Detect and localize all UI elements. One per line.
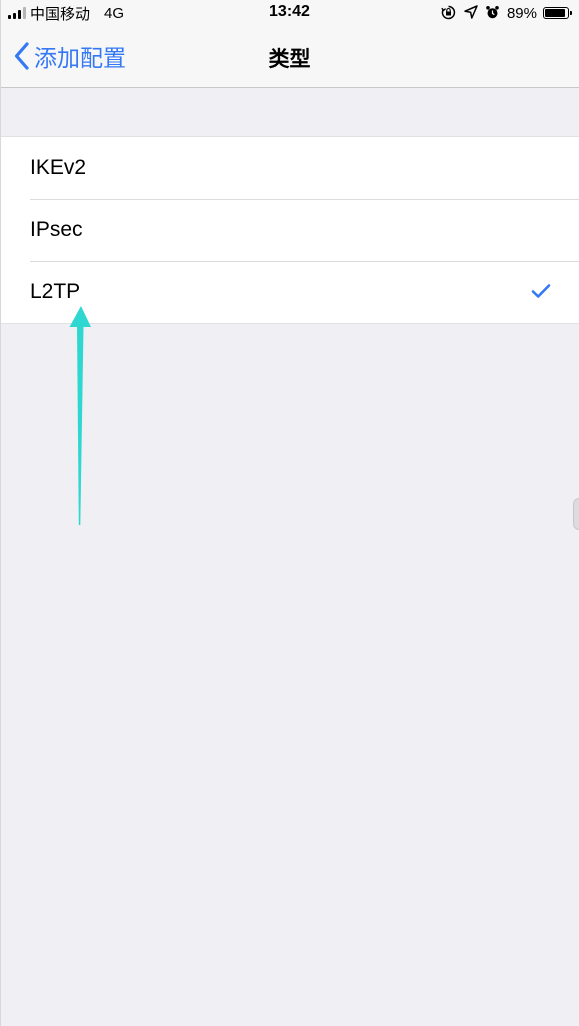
- battery-fill: [545, 9, 565, 17]
- annotation-arrow: [69, 306, 91, 525]
- checkmark-icon: [531, 284, 551, 298]
- location-icon: [463, 5, 479, 21]
- navigation-bar: 添加配置 类型: [0, 26, 579, 88]
- vpn-type-label: IKEv2: [30, 156, 87, 179]
- alarm-icon: [485, 5, 501, 21]
- status-bar: 中国移动 4G 13:42 89%: [0, 0, 579, 26]
- vpn-type-option-ipsec[interactable]: IPsec: [0, 199, 579, 261]
- vpn-type-list: IKEv2 IPsec L2TP: [0, 136, 579, 324]
- vpn-type-label: L2TP: [30, 280, 81, 303]
- orientation-lock-icon: [441, 5, 457, 21]
- battery-percentage: 89%: [506, 4, 537, 22]
- vpn-type-label: IPsec: [30, 218, 83, 241]
- page-title: 类型: [268, 48, 311, 71]
- battery-icon: [543, 7, 572, 19]
- scroll-handle: [573, 498, 579, 530]
- vpn-type-option-ikev2[interactable]: IKEv2: [0, 137, 579, 199]
- status-right: 89%: [441, 4, 572, 22]
- screen: 中国移动 4G 13:42 89% 添加配置 类型 IKEv2 IPsec L2…: [0, 0, 579, 1026]
